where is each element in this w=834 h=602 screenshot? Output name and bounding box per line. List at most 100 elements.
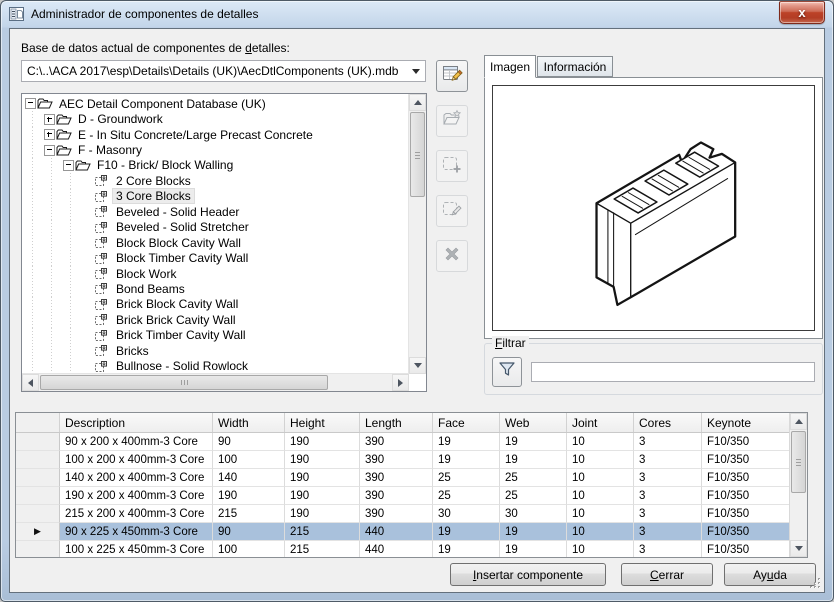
filter-button[interactable] xyxy=(492,357,522,387)
table-vertical-scrollbar[interactable] xyxy=(789,413,807,557)
tree-item[interactable]: Brick Block Cavity Wall xyxy=(23,296,408,313)
tree-expander-minus-icon[interactable] xyxy=(23,98,37,110)
ayuda-button[interactable]: Ayuda xyxy=(724,563,816,586)
column-header-description[interactable]: Description xyxy=(60,413,213,432)
window-icon xyxy=(9,7,25,22)
tree-item[interactable]: Block Block Cavity Wall xyxy=(23,234,408,251)
tree-item[interactable]: Bullnose - Solid Rowlock xyxy=(23,358,408,373)
table-row[interactable]: 100 x 200 x 400mm-3 Core 100 190 390 19 19 10 3… xyxy=(16,451,790,469)
insert-component-label: Insertar componente xyxy=(472,567,584,582)
column-header-height[interactable]: Height xyxy=(285,413,360,432)
tree-vscroll-thumb[interactable] xyxy=(410,112,425,197)
column-header-face[interactable]: Face xyxy=(433,413,500,432)
add-component-button[interactable] xyxy=(436,150,468,182)
folder-icon xyxy=(56,128,75,141)
table-cell: 3 xyxy=(634,451,702,469)
table-cell: 190 xyxy=(213,487,285,505)
tree-expander-plus-icon[interactable] xyxy=(42,113,56,125)
scroll-down-icon[interactable] xyxy=(790,540,807,557)
column-header-web[interactable]: Web xyxy=(500,413,567,432)
tree-item[interactable]: 3 Core Blocks xyxy=(23,188,408,205)
table-row[interactable]: ▶ 90 x 225 x 450mm-3 Core 90 215 440 19 19 10 3 F… xyxy=(16,523,790,541)
row-selector[interactable] xyxy=(16,505,60,523)
open-database-button[interactable] xyxy=(436,105,468,137)
row-selector[interactable] xyxy=(16,487,60,505)
tree-item-label: Brick Brick Cavity Wall xyxy=(116,312,236,327)
tree-item[interactable]: Bond Beams xyxy=(23,281,408,297)
tree-indent-guide xyxy=(42,188,61,205)
tree-expander-minus-icon[interactable] xyxy=(42,144,56,156)
tree-item[interactable]: Brick Timber Cavity Wall xyxy=(23,327,408,343)
row-selector[interactable] xyxy=(16,541,60,557)
table-cell: 90 x 200 x 400mm-3 Core xyxy=(60,433,213,451)
table-cell: 90 xyxy=(213,523,285,541)
table-row[interactable]: 140 x 200 x 400mm-3 Core 140 190 390 25 25 10 3… xyxy=(16,469,790,487)
scroll-up-icon[interactable] xyxy=(790,413,807,430)
tab-informacion[interactable]: Información xyxy=(537,56,613,77)
tree-horizontal-scrollbar[interactable] xyxy=(22,373,409,391)
tree-item-label: Brick Timber Cavity Wall xyxy=(116,328,246,343)
cerrar-button[interactable]: Cerrar xyxy=(621,563,713,586)
filter-input[interactable] xyxy=(531,362,815,382)
database-path-combobox[interactable]: C:\..\ACA 2017\esp\Details\Details (UK)\… xyxy=(21,60,426,82)
table-row[interactable]: 90 x 200 x 400mm-3 Core 90 190 390 19 19 10 3 F1… xyxy=(16,433,790,451)
tree-indent-guide xyxy=(61,358,80,373)
tree-indent-guide xyxy=(42,219,61,235)
column-header-keynote[interactable]: Keynote xyxy=(702,413,790,432)
table-cell: F10/350 xyxy=(702,469,790,487)
table-cell: 30 xyxy=(433,505,500,523)
column-header-length[interactable]: Length xyxy=(360,413,433,432)
tree-item[interactable]: F10 - Brick/ Block Walling xyxy=(23,157,408,174)
tree-item[interactable]: Bricks xyxy=(23,343,408,359)
tree-hscroll-thumb[interactable] xyxy=(40,375,328,390)
table-cell: 190 xyxy=(285,487,360,505)
folder-icon xyxy=(37,97,56,110)
tree-indent-guide xyxy=(23,343,42,359)
tree-item[interactable]: Brick Brick Cavity Wall xyxy=(23,312,408,328)
scroll-up-icon[interactable] xyxy=(409,94,426,111)
edit-database-button[interactable] xyxy=(436,60,468,92)
close-button[interactable]: x xyxy=(779,1,825,24)
modify-component-button[interactable] xyxy=(436,195,468,227)
table-cell: 25 xyxy=(500,469,567,487)
table-row[interactable]: 190 x 200 x 400mm-3 Core 190 190 390 25 25 10 3… xyxy=(16,487,790,505)
row-selector[interactable] xyxy=(16,433,60,451)
table-row[interactable]: 100 x 225 x 450mm-3 Core 100 215 440 19 19 10 3… xyxy=(16,541,790,557)
delete-component-button[interactable] xyxy=(436,240,468,272)
combo-dropdown-icon[interactable] xyxy=(407,68,425,74)
column-header-cores[interactable]: Cores xyxy=(634,413,702,432)
tree-item[interactable]: F - Masonry xyxy=(23,142,408,158)
tree-vertical-scrollbar[interactable] xyxy=(408,94,426,374)
tree-item[interactable]: Beveled - Solid Header xyxy=(23,204,408,220)
tree-item[interactable]: Block Work xyxy=(23,265,408,282)
tree-expander-minus-icon[interactable] xyxy=(61,159,75,171)
tree-item[interactable]: D - Groundwork xyxy=(23,111,408,127)
tree-item-label: Bond Beams xyxy=(116,281,185,296)
column-header-width[interactable]: Width xyxy=(213,413,285,432)
tree-indent-guide xyxy=(23,111,42,127)
tree-item[interactable]: Beveled - Solid Stretcher xyxy=(23,219,408,235)
table-row[interactable]: 215 x 200 x 400mm-3 Core 215 190 390 30 30 10 3… xyxy=(16,505,790,523)
row-selector[interactable] xyxy=(16,451,60,469)
table-cell: 19 xyxy=(433,451,500,469)
insert-component-button[interactable]: Insertar componente xyxy=(450,563,606,586)
table-cell: 25 xyxy=(433,469,500,487)
tab-imagen[interactable]: Imagen xyxy=(484,55,536,78)
row-selector[interactable] xyxy=(16,469,60,487)
tree-item[interactable]: 2 Core Blocks xyxy=(23,173,408,189)
title-bar[interactable]: Administrador de componentes de detalles… xyxy=(1,1,833,28)
tree-item[interactable]: AEC Detail Component Database (UK) xyxy=(23,96,408,111)
resize-grip[interactable] xyxy=(808,576,822,590)
table-vscroll-thumb[interactable] xyxy=(791,431,806,493)
tree-item[interactable]: E - In Situ Concrete/Large Precast Concr… xyxy=(23,126,408,143)
scroll-left-icon[interactable] xyxy=(22,374,39,391)
scroll-down-icon[interactable] xyxy=(409,357,426,374)
tree-expander-plus-icon[interactable] xyxy=(42,129,56,141)
tree-item[interactable]: Block Timber Cavity Wall xyxy=(23,250,408,266)
row-selector-current[interactable]: ▶ xyxy=(16,523,60,541)
column-header-joint[interactable]: Joint xyxy=(567,413,634,432)
new-database-icon xyxy=(441,109,463,134)
tree-item-label: Brick Block Cavity Wall xyxy=(116,297,239,312)
scroll-right-icon[interactable] xyxy=(392,374,409,391)
component-icon xyxy=(94,282,113,295)
